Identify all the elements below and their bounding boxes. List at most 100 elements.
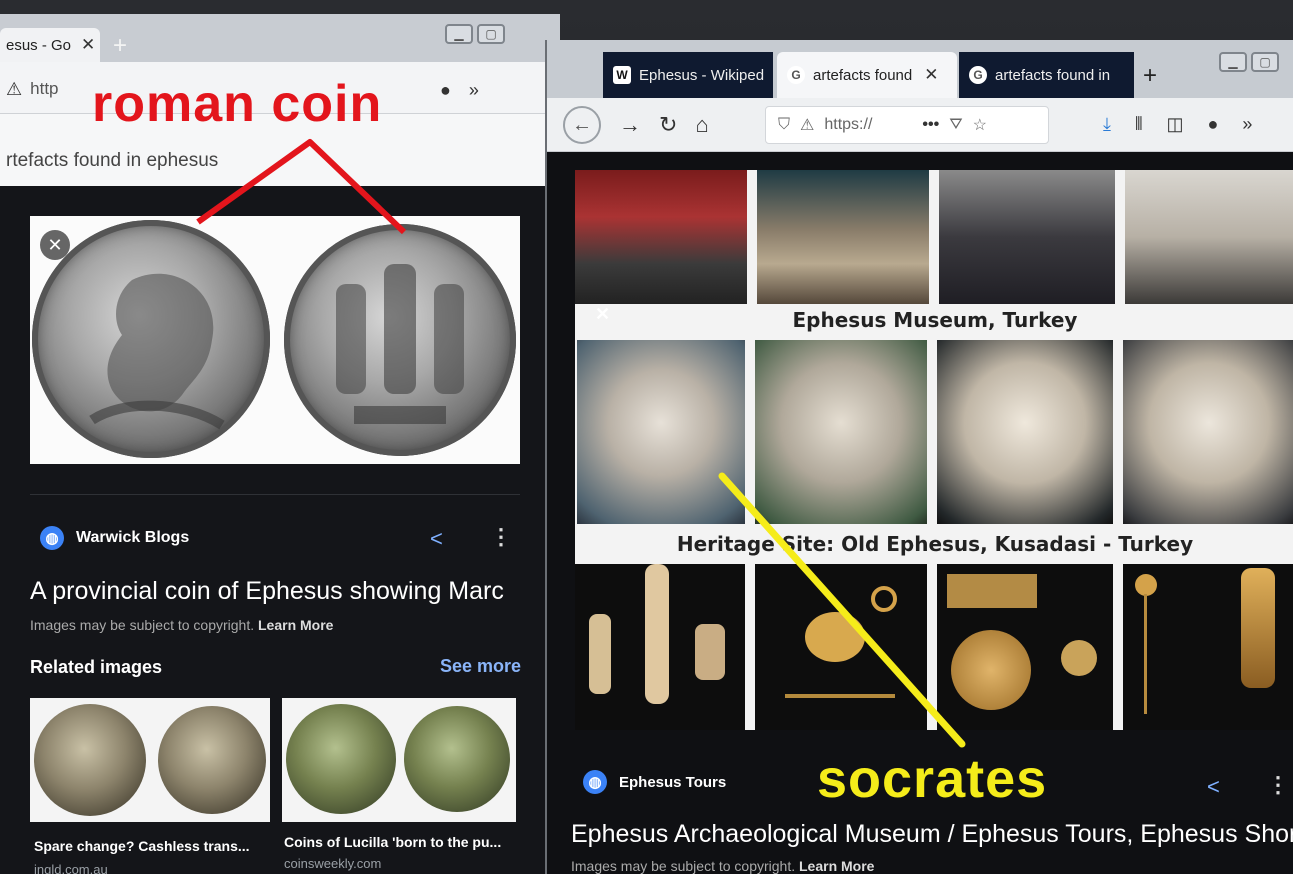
collage-caption-1: Ephesus Museum, Turkey <box>792 308 1078 332</box>
right-url-text: https:// <box>824 116 873 133</box>
socrates-annotation: socrates <box>817 749 1048 809</box>
sidebar-icon[interactable]: ◫ <box>1167 114 1184 135</box>
right-copyright-note: Images may be subject to copyright. Lear… <box>571 858 874 874</box>
left-source-name: Warwick Blogs <box>76 529 190 546</box>
right-nav-bar: ← → ↻ ⌂ ⛉ ⚠ https:// ••• ⛛ ☆ ⤓ ⫴ ◫ ● » <box>547 98 1293 152</box>
related-coin-obverse <box>34 704 146 816</box>
close-icon[interactable]: ✕ <box>595 304 610 325</box>
new-tab-icon[interactable]: + <box>1143 62 1157 90</box>
share-icon[interactable]: < <box>430 526 443 552</box>
shield-icon: ⛉ <box>778 116 791 133</box>
right-url-field[interactable]: ⛉ ⚠ https:// ••• ⛛ ☆ <box>765 106 1049 144</box>
right-window-controls: ▁ ▢ <box>1219 52 1279 72</box>
reload-icon[interactable]: ↻ <box>659 112 677 138</box>
left-source-row[interactable]: ◍ Warwick Blogs <box>40 526 189 550</box>
tab-artefacts-2[interactable]: G artefacts found in <box>959 52 1134 98</box>
copyright-text: Images may be subject to copyright. <box>30 617 255 633</box>
gold-jewelry-photo <box>755 564 927 730</box>
related-thumbnail-2[interactable] <box>282 698 516 822</box>
learn-more-link[interactable]: Learn More <box>258 617 333 633</box>
copyright-text: Images may be subject to copyright. <box>571 858 796 874</box>
minimize-button[interactable]: ▁ <box>445 24 473 44</box>
related-coin-reverse <box>404 706 510 812</box>
globe-icon: ◍ <box>583 770 607 794</box>
divider <box>30 494 520 495</box>
bookmark-star-icon[interactable]: ☆ <box>973 115 987 135</box>
maximize-button[interactable]: ▢ <box>477 24 505 44</box>
tab-ephesus-wikipedia[interactable]: W Ephesus - Wikiped <box>603 52 773 98</box>
right-result-title[interactable]: Ephesus Archaeological Museum / Ephesus … <box>571 820 1293 849</box>
sarcophagus-photo <box>1125 170 1293 304</box>
coin-reverse <box>284 224 516 456</box>
forward-icon[interactable]: → <box>619 112 641 138</box>
right-toolbar: ⤓ ⫴ ◫ ● » <box>1103 114 1252 135</box>
download-icon[interactable]: ⤓ <box>1103 114 1111 135</box>
related-source-2: coinsweekly.com <box>284 856 382 871</box>
left-toolbar: ● » <box>440 80 479 101</box>
learn-more-link[interactable]: Learn More <box>799 858 874 874</box>
roman-coin-annotation: roman coin <box>92 75 383 133</box>
left-tab-label: esus - Go <box>6 36 72 54</box>
close-icon[interactable]: ✕ <box>924 65 938 85</box>
left-window-controls: ▁ ▢ <box>445 24 505 44</box>
globe-icon: ◍ <box>40 526 64 550</box>
close-icon[interactable]: ✕ <box>81 35 95 55</box>
home-icon[interactable]: ⌂ <box>695 112 708 138</box>
more-icon[interactable]: ••• <box>922 116 939 134</box>
library-icon[interactable]: ⫴ <box>1135 114 1143 135</box>
lock-warning-icon: ⚠ <box>800 117 815 134</box>
collage-caption-2: Heritage Site: Old Ephesus, Kusadasi - T… <box>676 532 1194 556</box>
back-icon[interactable]: ← <box>563 106 601 144</box>
ivory-figures-photo <box>575 564 745 730</box>
left-copyright-note: Images may be subject to copyright. Lear… <box>30 617 333 633</box>
tab-label: Ephesus - Wikiped <box>639 66 765 84</box>
right-source-row[interactable]: ◍ Ephesus Tours <box>583 770 726 794</box>
museum-capital-photo <box>939 170 1115 304</box>
socrates-bust-photo <box>577 340 745 524</box>
overflow-chevrons-icon[interactable]: » <box>469 80 479 101</box>
more-options-icon[interactable]: ⋮ <box>1267 772 1289 798</box>
google-favicon-icon: G <box>969 66 987 84</box>
share-icon[interactable]: < <box>1207 774 1220 800</box>
bust-photo-2 <box>755 340 927 524</box>
more-options-icon[interactable]: ⋮ <box>490 524 512 550</box>
bust-photo-3 <box>937 340 1113 524</box>
overflow-chevrons-icon[interactable]: » <box>1242 114 1252 135</box>
related-source-1: ingld.com.au <box>34 862 108 874</box>
gold-pin-figurine-photo <box>1123 564 1293 730</box>
pocket-icon[interactable]: ⛛ <box>949 116 962 134</box>
ephesus-collage-image[interactable]: Ephesus Museum, Turkey Heritage Site: Ol… <box>575 170 1293 730</box>
coin-obverse <box>32 220 270 458</box>
tab-artefacts-active[interactable]: G artefacts found ✕ <box>777 52 957 98</box>
gold-ornaments-photo <box>937 564 1113 730</box>
search-query[interactable]: rtefacts found in ephesus <box>6 150 218 172</box>
left-result-title[interactable]: A provincial coin of Ephesus showing Mar… <box>30 577 530 606</box>
minimize-button[interactable]: ▁ <box>1219 52 1247 72</box>
left-url-text: http <box>30 79 59 98</box>
related-thumbnail-1[interactable] <box>30 698 270 822</box>
left-browser-window: esus - Go ✕ + ▁ ▢ ⚠ http ● » rtefacts fo… <box>0 14 560 874</box>
bust-photo-4 <box>1123 340 1293 524</box>
related-images-heading: Related images <box>30 657 163 677</box>
account-icon[interactable]: ● <box>1208 114 1219 135</box>
account-icon[interactable]: ● <box>440 80 451 101</box>
right-tab-bar: W Ephesus - Wikiped G artefacts found ✕ … <box>547 40 1293 98</box>
see-more-link[interactable]: See more <box>440 656 521 677</box>
close-preview-icon[interactable]: ✕ <box>40 230 70 260</box>
new-tab-icon[interactable]: + <box>113 32 127 60</box>
lock-warning-icon: ⚠ <box>6 78 23 99</box>
screen: esus - Go ✕ + ▁ ▢ ⚠ http ● » rtefacts fo… <box>0 0 1293 874</box>
related-coin-obverse <box>286 704 396 814</box>
related-coin-reverse <box>158 706 266 814</box>
roman-coin-image[interactable] <box>30 216 520 464</box>
google-favicon-icon: G <box>787 66 805 84</box>
maximize-button[interactable]: ▢ <box>1251 52 1279 72</box>
left-tab-bar: esus - Go ✕ + ▁ ▢ <box>0 14 560 62</box>
tab-label: artefacts found <box>813 66 913 84</box>
related-caption-1[interactable]: Spare change? Cashless trans... <box>34 838 250 854</box>
wikipedia-favicon-icon: W <box>613 66 631 84</box>
right-source-name: Ephesus Tours <box>619 773 727 791</box>
left-active-tab[interactable]: esus - Go ✕ <box>0 28 100 62</box>
related-caption-2[interactable]: Coins of Lucilla 'born to the pu... <box>284 834 501 850</box>
tab-label: artefacts found in <box>995 66 1111 84</box>
